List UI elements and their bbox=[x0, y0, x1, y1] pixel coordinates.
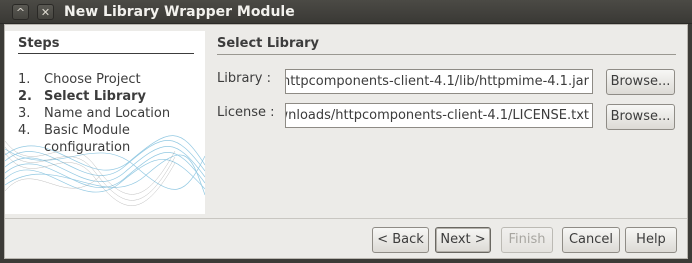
library-value: httpcomponents-client-4.1/lib/httpmime-4… bbox=[285, 74, 589, 89]
step-basic-module: 4. Basic Module bbox=[18, 122, 130, 139]
step-name-location: 3. Name and Location bbox=[18, 105, 170, 122]
step-number: 4. bbox=[18, 123, 31, 138]
next-button[interactable]: Next > bbox=[435, 227, 491, 253]
dialog-window: Steps 1. Choose Project 2. Select Library … bbox=[4, 24, 688, 259]
license-browse-button[interactable]: Browse... bbox=[606, 104, 675, 130]
step-label: Name and Location bbox=[44, 106, 171, 121]
window-title: New Library Wrapper Module bbox=[64, 4, 295, 20]
finish-button: Finish bbox=[501, 227, 553, 253]
library-field[interactable]: httpcomponents-client-4.1/lib/httpmime-4… bbox=[285, 69, 593, 94]
footer-divider bbox=[5, 218, 687, 219]
step-select-library: 2. Select Library bbox=[18, 88, 146, 105]
library-label: Library : bbox=[217, 71, 271, 86]
page-title: Select Library bbox=[217, 36, 676, 55]
close-icon[interactable]: ✕ bbox=[37, 4, 54, 20]
back-button[interactable]: < Back bbox=[372, 227, 429, 253]
steps-panel: Steps 1. Choose Project 2. Select Library … bbox=[5, 31, 205, 214]
step-number: 2. bbox=[18, 89, 32, 104]
step-label: Choose Project bbox=[44, 72, 141, 87]
step-basic-module-cont: configuration bbox=[18, 139, 130, 156]
step-label: Select Library bbox=[44, 89, 147, 104]
cancel-button[interactable]: Cancel bbox=[562, 227, 620, 253]
step-label: configuration bbox=[44, 140, 131, 155]
steps-heading: Steps bbox=[18, 36, 194, 54]
step-number: 3. bbox=[18, 106, 31, 121]
step-label: Basic Module bbox=[44, 123, 130, 138]
library-browse-button[interactable]: Browse... bbox=[606, 69, 675, 95]
step-choose-project: 1. Choose Project bbox=[18, 71, 141, 88]
title-bar: ^ ✕ New Library Wrapper Module bbox=[0, 0, 692, 24]
step-number: 1. bbox=[18, 72, 31, 87]
license-value: ownloads/httpcomponents-client-4.1/LICEN… bbox=[285, 108, 589, 123]
license-label: License : bbox=[217, 105, 275, 120]
collapse-icon[interactable]: ^ bbox=[12, 4, 29, 20]
license-field[interactable]: ownloads/httpcomponents-client-4.1/LICEN… bbox=[285, 103, 593, 128]
help-button[interactable]: Help bbox=[625, 227, 677, 253]
